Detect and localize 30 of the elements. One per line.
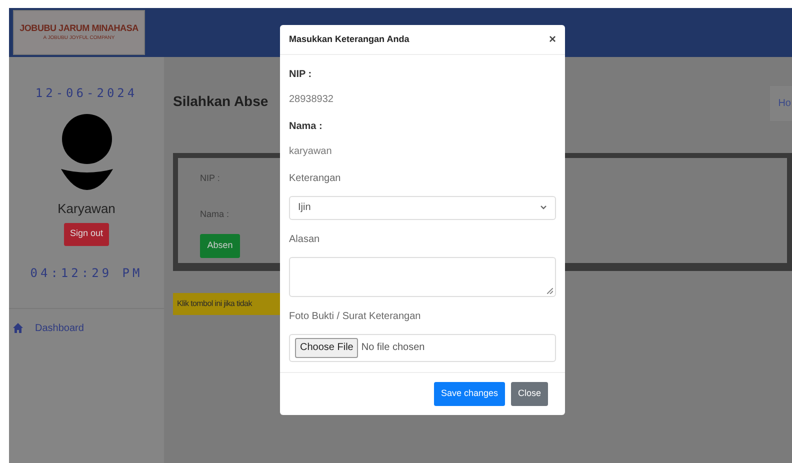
card-label: NIP :	[200, 172, 220, 184]
save-button[interactable]: Save changes	[434, 382, 505, 406]
close-button[interactable]: ×	[548, 30, 556, 48]
nav-item[interactable]: Dashboard	[9, 320, 164, 336]
field-label: Foto Bukti / Surat Keterangan	[289, 310, 422, 324]
clock-text: 04:12:29 PM	[30, 264, 143, 282]
field-label: Alasan	[289, 232, 321, 247]
sign-out-button[interactable]: Sign out	[64, 222, 110, 246]
page-title: Silahkan Abse	[173, 92, 268, 111]
field-label: Keterangan	[289, 172, 342, 186]
field-label: NIP :	[289, 68, 313, 82]
field-value: karyawan	[289, 144, 333, 159]
select-field[interactable]: Ijin	[289, 196, 556, 220]
close-button[interactable]: Close	[510, 382, 548, 406]
resize-handle-icon	[547, 288, 553, 294]
field-label: Nama :	[289, 120, 324, 134]
choose-file-button[interactable]: Choose File	[295, 338, 358, 358]
text-area[interactable]	[289, 256, 556, 297]
file-status: No file chosen	[361, 341, 425, 356]
chevron-down-icon	[540, 205, 547, 210]
modal-title: Masukkan Keterangan Anda	[289, 32, 410, 46]
logo-title: JOBUBU JARUM MINAHASA	[20, 24, 138, 33]
notice-banner: Klik tombol ini jika tidak	[173, 293, 280, 315]
date-text: 12-06-2024	[35, 85, 138, 102]
card-label: Nama :	[200, 208, 230, 220]
avatar-icon	[60, 114, 112, 190]
user-name: Karyawan	[58, 200, 116, 218]
field-value: 28938932	[289, 92, 334, 107]
absen-button[interactable]: Absen	[200, 234, 240, 258]
home-icon	[13, 323, 23, 333]
